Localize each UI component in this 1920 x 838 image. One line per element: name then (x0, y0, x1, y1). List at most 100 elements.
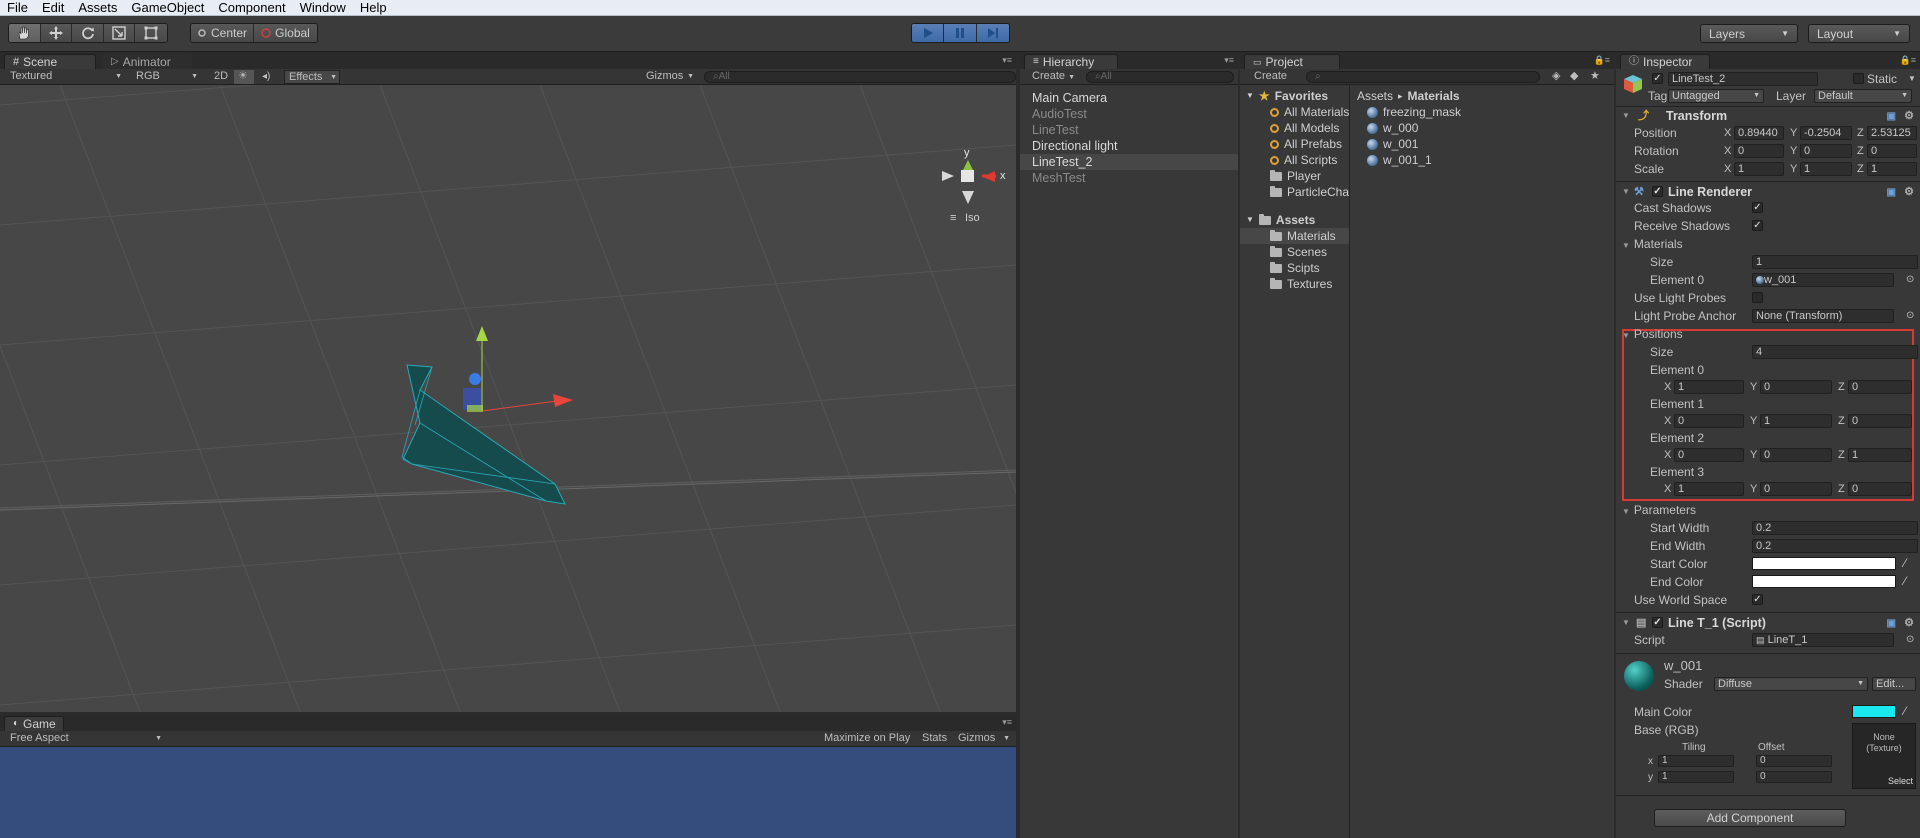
favorite-star-icon[interactable]: ★ (1586, 70, 1600, 84)
eyedropper-icon[interactable]: ⁄ (1904, 704, 1906, 718)
material-element0-field[interactable]: w_001 (1752, 273, 1894, 287)
object-picker-icon[interactable]: ⊙ (1906, 273, 1914, 287)
asset-folder[interactable]: Textures (1270, 276, 1332, 292)
hierarchy-item[interactable]: LineTest (1020, 122, 1238, 138)
tab-game[interactable]: ◐ Game (4, 716, 64, 731)
scene-viewport[interactable]: y x ≡ Iso (0, 85, 1016, 712)
orientation-gizmo[interactable] (942, 160, 996, 204)
tag-dropdown[interactable]: Untagged ▼ (1668, 89, 1764, 103)
game-viewport[interactable] (0, 747, 1016, 838)
rect-tool-button[interactable] (135, 24, 167, 42)
shader-dropdown[interactable]: Diffuse ▼ (1714, 677, 1868, 691)
asset-folder[interactable]: Scenes (1270, 244, 1327, 260)
menu-file[interactable]: File (0, 0, 35, 15)
start-width-field[interactable]: 0.2 (1752, 521, 1918, 535)
step-button[interactable] (976, 24, 1009, 42)
audio-toggle-button[interactable]: ◂) (258, 70, 280, 84)
favorite-item[interactable]: All Materials (1270, 104, 1349, 120)
menu-component[interactable]: Component (211, 0, 292, 15)
help-icon[interactable]: ▣ (1887, 615, 1896, 633)
use-light-probes-checkbox[interactable] (1752, 292, 1763, 303)
scale-x-field[interactable]: 1 (1734, 162, 1784, 176)
element3-y-field[interactable]: 0 (1760, 482, 1832, 496)
panel-menu-icon[interactable]: ▾≡ (1224, 55, 1234, 66)
play-button[interactable] (912, 24, 945, 42)
element2-z-field[interactable]: 1 (1848, 448, 1912, 462)
favorite-item[interactable]: Player (1270, 168, 1321, 184)
breadcrumb-root[interactable]: Assets (1357, 88, 1393, 104)
start-color-swatch[interactable] (1752, 557, 1896, 570)
rotate-tool-button[interactable] (72, 24, 104, 42)
asset-folder[interactable]: Scipts (1270, 260, 1320, 276)
texture-select-button[interactable]: Select (1888, 776, 1913, 786)
shader-edit-button[interactable]: Edit... (1872, 677, 1916, 691)
position-z-field[interactable]: 2.53125 (1867, 126, 1917, 140)
lighting-toggle-button[interactable]: ☀ (234, 70, 254, 84)
line-renderer-mesh[interactable] (401, 364, 566, 505)
filter-type-icon[interactable]: ◈ (1548, 70, 1562, 84)
end-width-field[interactable]: 0.2 (1752, 539, 1918, 553)
script-enabled-checkbox[interactable]: ✓ (1652, 617, 1663, 628)
hierarchy-item[interactable]: AudioTest (1020, 106, 1238, 122)
tab-animator[interactable]: ▷ Animator (102, 54, 192, 69)
element1-z-field[interactable]: 0 (1848, 414, 1912, 428)
panel-menu-icon[interactable]: 🔒≡ (1594, 55, 1610, 66)
material-asset[interactable]: w_000 (1367, 120, 1418, 136)
main-color-swatch[interactable] (1852, 705, 1896, 718)
favorites-header[interactable]: ▼ ★ Favorites (1246, 88, 1328, 104)
menu-assets[interactable]: Assets (71, 0, 124, 15)
panel-menu-icon[interactable]: 🔒≡ (1900, 55, 1916, 66)
hierarchy-search-input[interactable]: ⌕All (1086, 71, 1234, 83)
hierarchy-item[interactable]: MeshTest (1020, 170, 1238, 186)
pivot-global-button[interactable]: Global (254, 24, 317, 42)
render-mode-dropdown[interactable]: RGB ▼ (132, 70, 200, 84)
hierarchy-item[interactable]: Main Camera (1020, 90, 1238, 106)
layers-dropdown[interactable]: Layers ▼ (1700, 24, 1798, 43)
offset-y-field[interactable]: 0 (1756, 771, 1832, 783)
layer-dropdown[interactable]: Default ▼ (1814, 89, 1912, 103)
scale-tool-button[interactable] (103, 24, 136, 42)
favorite-item[interactable]: All Scripts (1270, 152, 1337, 168)
offset-x-field[interactable]: 0 (1756, 755, 1832, 767)
tiling-x-field[interactable]: 1 (1658, 755, 1734, 767)
hierarchy-create-dropdown[interactable]: Create ▼ (1028, 70, 1080, 84)
help-icon[interactable]: ▣ (1887, 108, 1896, 126)
parameters-foldout[interactable]: ▼ Parameters (1622, 503, 1696, 519)
game-gizmos-dropdown[interactable]: Gizmos ▼ (954, 732, 1010, 746)
hand-tool-button[interactable] (9, 24, 41, 42)
asset-folder-selected[interactable]: Materials (1240, 228, 1349, 244)
gear-icon[interactable]: ⚙ (1904, 614, 1914, 632)
cast-shadows-checkbox[interactable]: ✓ (1752, 202, 1763, 213)
chevron-down-icon[interactable]: ▼ (1908, 72, 1916, 86)
menu-gameobject[interactable]: GameObject (124, 0, 211, 15)
positions-foldout[interactable]: ▼ Positions (1622, 327, 1683, 343)
favorite-item[interactable]: All Models (1270, 120, 1339, 136)
element2-x-field[interactable]: 0 (1674, 448, 1744, 462)
hierarchy-item-selected[interactable]: LineTest_2 (1020, 154, 1238, 170)
element1-x-field[interactable]: 0 (1674, 414, 1744, 428)
static-checkbox[interactable] (1853, 73, 1864, 84)
materials-foldout[interactable]: ▼ Materials (1622, 237, 1683, 253)
project-search-input[interactable]: ⌕ (1306, 71, 1540, 83)
scale-y-field[interactable]: 1 (1800, 162, 1852, 176)
line-renderer-enabled-checkbox[interactable]: ✓ (1652, 186, 1663, 197)
rotation-z-field[interactable]: 0 (1867, 144, 1917, 158)
transform-gizmo[interactable] (463, 326, 573, 412)
help-icon[interactable]: ▣ (1887, 184, 1896, 202)
element0-x-field[interactable]: 1 (1674, 380, 1744, 394)
object-picker-icon[interactable]: ⊙ (1906, 309, 1914, 323)
hierarchy-item[interactable]: Directional light (1020, 138, 1238, 154)
gear-icon[interactable]: ⚙ (1904, 183, 1914, 201)
light-probe-anchor-field[interactable]: None (Transform) (1752, 309, 1894, 323)
shading-dropdown[interactable]: Textured ▼ (6, 70, 124, 84)
tiling-y-field[interactable]: 1 (1658, 771, 1734, 783)
projection-label[interactable]: Iso (965, 212, 980, 224)
panel-menu-icon[interactable]: ▾≡ (1002, 55, 1012, 66)
material-asset[interactable]: w_001 (1367, 136, 1418, 152)
object-name-field[interactable]: LineTest_2 (1668, 72, 1818, 86)
eyedropper-icon[interactable]: ⁄ (1904, 556, 1906, 570)
filter-label-icon[interactable]: ◆ (1566, 70, 1580, 84)
favorite-item[interactable]: All Prefabs (1270, 136, 1342, 152)
tab-inspector[interactable]: ⓘ Inspector (1620, 54, 1710, 69)
menu-edit[interactable]: Edit (35, 0, 71, 15)
